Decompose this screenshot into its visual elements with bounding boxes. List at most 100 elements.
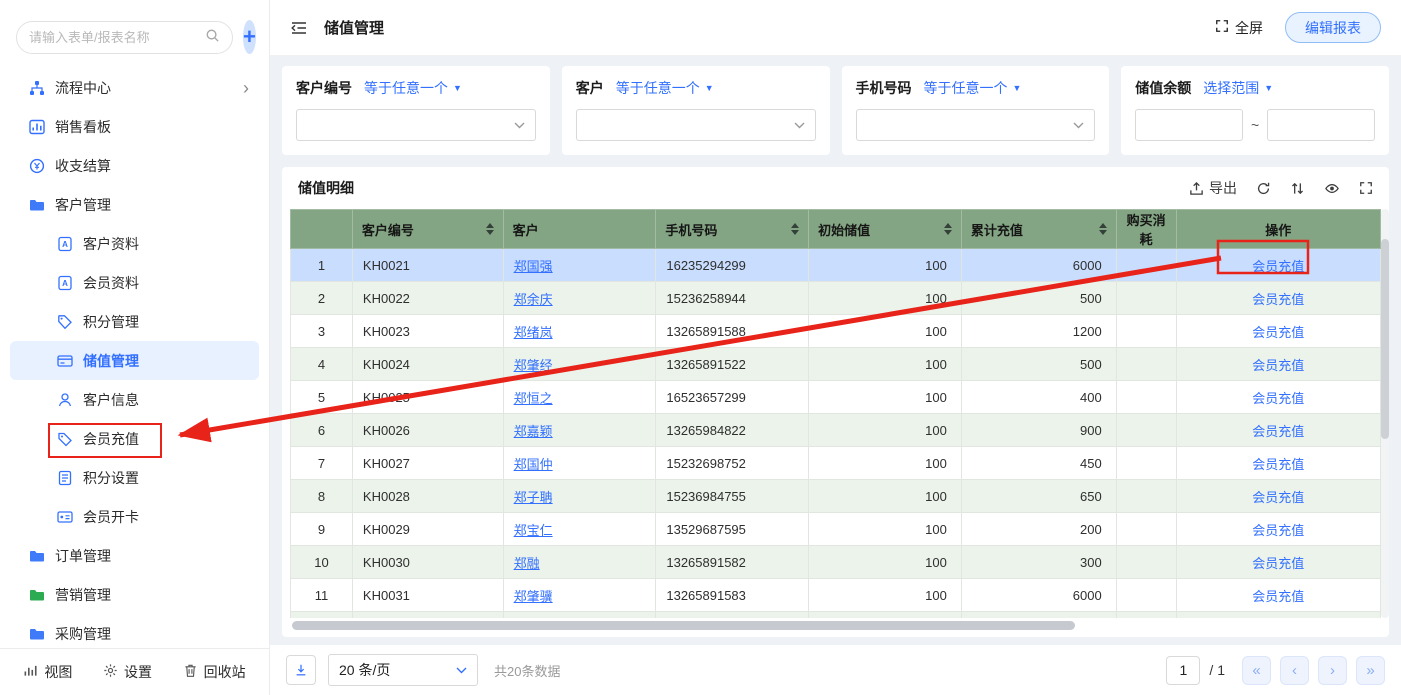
sidebar-item-营销管理[interactable]: 营销管理 bbox=[10, 575, 259, 614]
search-box[interactable] bbox=[16, 21, 233, 54]
customer-name-link[interactable]: 郑肇经 bbox=[514, 358, 553, 373]
customer-name-link[interactable]: 郑子聃 bbox=[514, 490, 553, 505]
consume-cell bbox=[1116, 513, 1176, 546]
filter-label: 手机号码 bbox=[856, 78, 912, 98]
filter-label: 客户编号 bbox=[296, 78, 352, 98]
sidebar-item-客户管理[interactable]: 客户管理 bbox=[10, 185, 259, 224]
expand-rows-button[interactable] bbox=[286, 655, 316, 685]
filter-operator[interactable]: 选择范围 ▼ bbox=[1203, 78, 1273, 98]
sidebar-item-会员开卡[interactable]: 会员开卡 bbox=[10, 497, 259, 536]
filter-select[interactable] bbox=[576, 109, 816, 141]
table-row[interactable]: 9KH0029郑宝仁13529687595100200会员充值 bbox=[291, 513, 1381, 546]
current-page-input[interactable]: 1 bbox=[1166, 656, 1200, 685]
first-page-button[interactable]: « bbox=[1242, 656, 1271, 685]
fullscreen-control[interactable]: 全屏 bbox=[1215, 18, 1263, 38]
filter-operator[interactable]: 等于任意一个 ▼ bbox=[924, 78, 1022, 98]
collapse-menu-icon[interactable] bbox=[290, 18, 310, 38]
horizontal-scrollbar[interactable] bbox=[292, 621, 1379, 631]
table-row[interactable]: 1KH0021郑国强162352942991006000会员充值 bbox=[291, 249, 1381, 282]
sidebar-item-销售看板[interactable]: 销售看板 bbox=[10, 107, 259, 146]
sidebar-item-积分设置[interactable]: 积分设置 bbox=[10, 458, 259, 497]
filter-operator[interactable]: 等于任意一个 ▼ bbox=[616, 78, 714, 98]
member-recharge-link[interactable]: 会员充值 bbox=[1252, 490, 1304, 505]
action-cell: 会员充值 bbox=[1176, 480, 1380, 513]
table-fullscreen-icon[interactable] bbox=[1359, 181, 1373, 195]
customer-name-link[interactable]: 郑宝仁 bbox=[514, 523, 553, 538]
customer-name-cell: 郑国仲 bbox=[503, 447, 656, 480]
add-button[interactable]: + bbox=[243, 20, 256, 54]
column-header-初始储值[interactable]: 初始储值 bbox=[809, 210, 962, 249]
range-max-input[interactable] bbox=[1267, 109, 1375, 141]
member-recharge-link[interactable]: 会员充值 bbox=[1252, 424, 1304, 439]
filter-phone: 手机号码 等于任意一个 ▼ bbox=[842, 66, 1110, 155]
table-row[interactable]: 3KH0023郑绪岚132658915881001200会员充值 bbox=[291, 315, 1381, 348]
sidebar-item-会员资料[interactable]: A会员资料 bbox=[10, 263, 259, 302]
member-recharge-link[interactable]: 会员充值 bbox=[1252, 259, 1304, 274]
app: + 流程中心›销售看板收支结算客户管理A客户资料A会员资料积分管理储值管理客户信… bbox=[0, 0, 1401, 695]
table-row[interactable]: 4KH0024郑肇经13265891522100500会员充值 bbox=[291, 348, 1381, 381]
page-size-select[interactable]: 20 条/页 bbox=[328, 654, 478, 686]
sidebar-footer-设置[interactable]: 设置 bbox=[103, 662, 152, 682]
customer-name-link[interactable]: 郑国仲 bbox=[514, 457, 553, 472]
sidebar-item-积分管理[interactable]: 积分管理 bbox=[10, 302, 259, 341]
table-row[interactable]: 5KH0025郑恒之16523657299100400会员充值 bbox=[291, 381, 1381, 414]
column-header-客户编号[interactable]: 客户编号 bbox=[352, 210, 503, 249]
sidebar-item-储值管理[interactable]: 储值管理 bbox=[10, 341, 259, 380]
filter-select[interactable] bbox=[856, 109, 1096, 141]
sidebar-item-客户信息[interactable]: 客户信息 bbox=[10, 380, 259, 419]
sidebar-item-收支结算[interactable]: 收支结算 bbox=[10, 146, 259, 185]
sidebar-item-采购管理[interactable]: 采购管理 bbox=[10, 614, 259, 648]
refresh-icon[interactable] bbox=[1256, 181, 1271, 196]
customer-name-link[interactable]: 郑余庆 bbox=[514, 292, 553, 307]
table-row[interactable]: 12KH0032郑小瑛13265891584100500会员充值 bbox=[291, 612, 1381, 619]
customer-name-link[interactable]: 郑国强 bbox=[514, 259, 553, 274]
filter-operator[interactable]: 等于任意一个 ▼ bbox=[364, 78, 462, 98]
initial-value-cell: 100 bbox=[809, 249, 962, 282]
sort-icon[interactable] bbox=[1093, 223, 1107, 235]
member-recharge-link[interactable]: 会员充值 bbox=[1252, 358, 1304, 373]
member-recharge-link[interactable]: 会员充值 bbox=[1252, 292, 1304, 307]
sidebar-footer-视图[interactable]: 视图 bbox=[23, 662, 72, 682]
table-row[interactable]: 11KH0031郑肇骥132658915831006000会员充值 bbox=[291, 579, 1381, 612]
vertical-scrollbar[interactable] bbox=[1381, 209, 1389, 618]
table-row[interactable]: 8KH0028郑子聃15236984755100650会员充值 bbox=[291, 480, 1381, 513]
member-recharge-link[interactable]: 会员充值 bbox=[1252, 556, 1304, 571]
member-recharge-link[interactable]: 会员充值 bbox=[1252, 589, 1304, 604]
table-row[interactable]: 10KH0030郑融13265891582100300会员充值 bbox=[291, 546, 1381, 579]
sidebar-footer-回收站[interactable]: 回收站 bbox=[183, 662, 246, 682]
sort-updown-icon[interactable] bbox=[1290, 181, 1305, 196]
range-min-input[interactable] bbox=[1135, 109, 1243, 141]
customer-name-link[interactable]: 郑融 bbox=[514, 556, 540, 571]
edit-report-button[interactable]: 编辑报表 bbox=[1285, 12, 1381, 43]
next-page-button[interactable]: › bbox=[1318, 656, 1347, 685]
customer-name-link[interactable]: 郑嘉颖 bbox=[514, 424, 553, 439]
customer-name-link[interactable]: 郑恒之 bbox=[514, 391, 553, 406]
sort-icon[interactable] bbox=[480, 223, 494, 235]
customer-name-link[interactable]: 郑肇骥 bbox=[514, 589, 553, 604]
column-header-累计充值[interactable]: 累计充值 bbox=[961, 210, 1116, 249]
member-recharge-link[interactable]: 会员充值 bbox=[1252, 457, 1304, 472]
sidebar-item-会员充值[interactable]: 会员充值 bbox=[10, 419, 259, 458]
table-row[interactable]: 6KH0026郑嘉颖13265984822100900会员充值 bbox=[291, 414, 1381, 447]
member-recharge-link[interactable]: 会员充值 bbox=[1252, 391, 1304, 406]
table-row[interactable]: 7KH0027郑国仲15232698752100450会员充值 bbox=[291, 447, 1381, 480]
column-header-手机号码[interactable]: 手机号码 bbox=[656, 210, 809, 249]
filter-select[interactable] bbox=[296, 109, 536, 141]
prev-page-button[interactable]: ‹ bbox=[1280, 656, 1309, 685]
last-page-button[interactable]: » bbox=[1356, 656, 1385, 685]
sort-icon[interactable] bbox=[785, 223, 799, 235]
stored-value-table-card: 储值明细 导出 bbox=[282, 167, 1389, 637]
table-row[interactable]: 2KH0022郑余庆15236258944100500会员充值 bbox=[291, 282, 1381, 315]
export-button[interactable]: 导出 bbox=[1189, 178, 1237, 198]
column-visibility-eye-icon[interactable] bbox=[1324, 181, 1340, 196]
member-recharge-link[interactable]: 会员充值 bbox=[1252, 325, 1304, 340]
filter-label: 储值余额 bbox=[1135, 78, 1191, 98]
sidebar-item-订单管理[interactable]: 订单管理 bbox=[10, 536, 259, 575]
sidebar-item-客户资料[interactable]: A客户资料 bbox=[10, 224, 259, 263]
filter-customer: 客户 等于任意一个 ▼ bbox=[562, 66, 830, 155]
search-input[interactable] bbox=[29, 30, 205, 45]
customer-name-link[interactable]: 郑绪岚 bbox=[514, 325, 553, 340]
sort-icon[interactable] bbox=[938, 223, 952, 235]
sidebar-item-流程中心[interactable]: 流程中心› bbox=[10, 68, 259, 107]
member-recharge-link[interactable]: 会员充值 bbox=[1252, 523, 1304, 538]
